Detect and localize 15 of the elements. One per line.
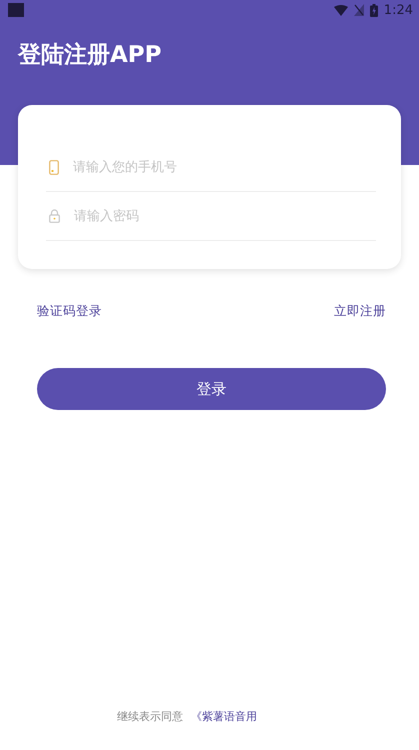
login-button[interactable]: 登录 <box>37 368 386 410</box>
input-field[interactable]: 请输入您的手机号 <box>71 158 376 176</box>
battery-icon <box>370 4 378 16</box>
wifi-icon <box>334 4 348 16</box>
status-time: 1:24 <box>384 2 413 18</box>
app-title: 登陆注册APP <box>18 41 163 70</box>
sms-login-link[interactable]: 验证码登录 <box>37 303 102 320</box>
phone-icon <box>49 160 59 174</box>
register-link[interactable]: 立即注册 <box>334 303 386 320</box>
notification-icon <box>8 3 24 17</box>
input-field[interactable]: 请输入密码 <box>72 208 376 224</box>
lock-icon <box>49 209 60 223</box>
agreement-link[interactable]: 《紫薯语音用 <box>191 709 257 724</box>
no-signal-icon <box>354 4 364 16</box>
agreement-text: 继续表示同意 <box>117 709 183 724</box>
